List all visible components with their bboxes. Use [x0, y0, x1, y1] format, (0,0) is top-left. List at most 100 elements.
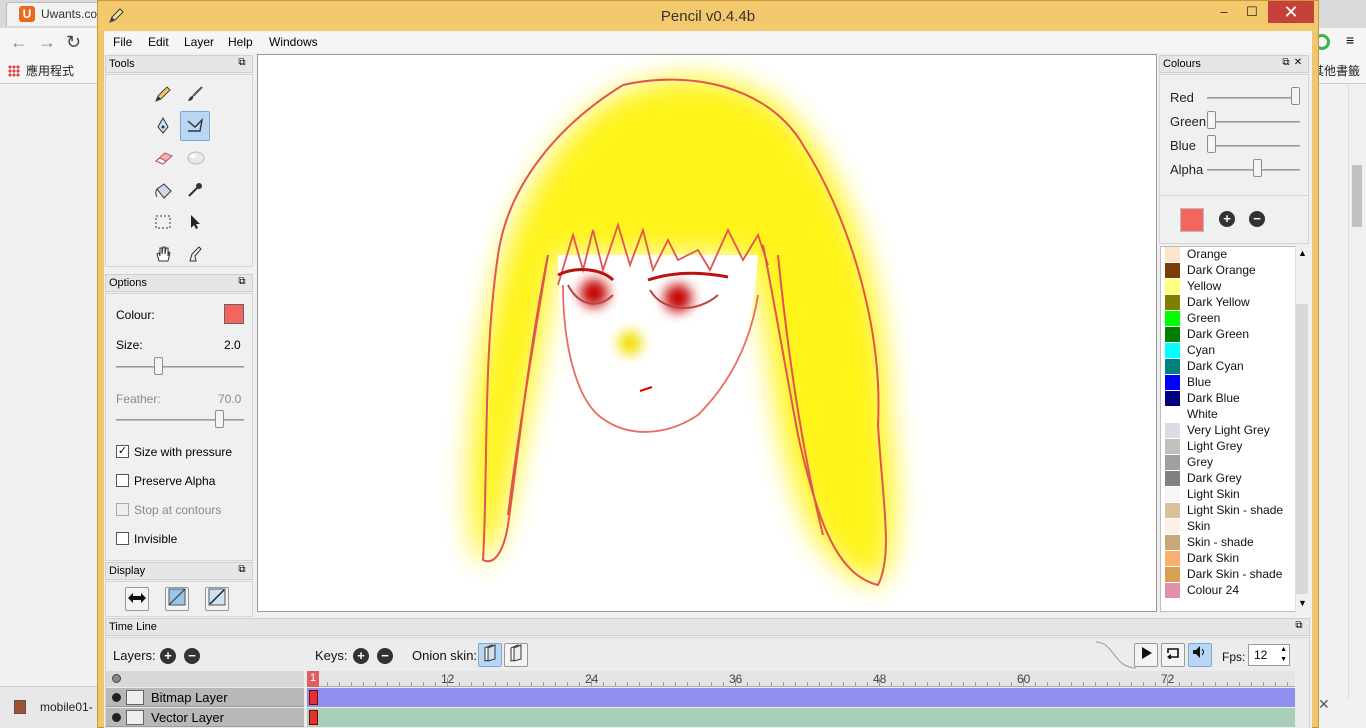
layer-visibility-icon[interactable]: [112, 713, 121, 722]
thin-lines-button[interactable]: [205, 587, 229, 611]
palette-item[interactable]: Dark Skin: [1163, 550, 1295, 566]
colours-panel-title[interactable]: Colours ⧉ ✕: [1159, 55, 1309, 73]
brush-tool[interactable]: [180, 79, 210, 109]
size-pressure-checkbox[interactable]: ✓: [116, 445, 129, 458]
red-slider-track[interactable]: [1207, 97, 1300, 99]
layer-track[interactable]: [307, 688, 1295, 707]
menu-edit[interactable]: Edit: [148, 35, 169, 49]
move-tool[interactable]: [180, 207, 210, 237]
timeline-title[interactable]: Time Line ⧉: [105, 618, 1310, 636]
palette-item[interactable]: Green: [1163, 310, 1295, 326]
palette-item[interactable]: Dark Grey: [1163, 470, 1295, 486]
drawing-canvas[interactable]: [257, 54, 1157, 612]
size-slider-track[interactable]: [116, 366, 244, 368]
scroll-down-icon[interactable]: ▼: [1298, 598, 1307, 608]
invisible-checkbox[interactable]: [116, 532, 129, 545]
green-slider-handle[interactable]: [1207, 111, 1216, 129]
menu-windows[interactable]: Windows: [269, 35, 318, 49]
pen-tool[interactable]: [148, 111, 178, 141]
colour-palette-list[interactable]: Orange Dark Orange Yellow Dark Yellow Green D…: [1160, 246, 1308, 612]
browser-tab[interactable]: U Uwants.com: [6, 2, 100, 26]
eyedropper-tool[interactable]: [180, 175, 210, 205]
pencil-tool[interactable]: [148, 79, 178, 109]
palette-item[interactable]: White: [1163, 406, 1295, 422]
palette-item[interactable]: Dark Blue: [1163, 390, 1295, 406]
tools-panel-title[interactable]: Tools ⧉: [105, 55, 253, 73]
eraser-tool[interactable]: [148, 143, 178, 173]
palette-item[interactable]: Cyan: [1163, 342, 1295, 358]
palette-item[interactable]: Skin - shade: [1163, 534, 1295, 550]
taskbar-item[interactable]: mobile01-: [0, 686, 100, 728]
bookmark-other[interactable]: 其他書籤: [1312, 62, 1360, 79]
back-arrow-icon[interactable]: ←: [10, 32, 28, 53]
display-panel-title[interactable]: Display ⧉: [105, 562, 253, 580]
palette-item[interactable]: Dark Orange: [1163, 262, 1295, 278]
blue-slider-track[interactable]: [1207, 145, 1300, 147]
maximize-button[interactable]: ☐: [1238, 1, 1266, 23]
close-small-icon[interactable]: ✕: [1318, 696, 1330, 713]
palette-item[interactable]: Dark Green: [1163, 326, 1295, 342]
browser-scroll-thumb[interactable]: [1352, 165, 1362, 227]
bucket-tool[interactable]: [148, 175, 178, 205]
options-panel-title[interactable]: Options ⧉: [105, 274, 253, 292]
palette-item[interactable]: Grey: [1163, 454, 1295, 470]
title-bar[interactable]: Pencil v0.4.4b – ☐ ✕: [98, 1, 1318, 31]
scroll-up-icon[interactable]: ▲: [1298, 248, 1307, 258]
palette-item[interactable]: Yellow: [1163, 278, 1295, 294]
add-key-button[interactable]: +: [353, 648, 369, 664]
onion-next-button[interactable]: [504, 643, 528, 667]
forward-arrow-icon[interactable]: →: [38, 32, 56, 53]
spin-arrows-icon[interactable]: ▲ ▼: [1280, 645, 1287, 665]
smudge-tool[interactable]: [180, 143, 210, 173]
float-icon[interactable]: ⧉: [1280, 57, 1292, 69]
close-icon[interactable]: ✕: [1292, 57, 1304, 69]
palette-item[interactable]: Very Light Grey: [1163, 422, 1295, 438]
float-icon[interactable]: ⧉: [236, 57, 248, 69]
palette-scrollbar[interactable]: ▲ ▼: [1295, 246, 1308, 612]
remove-key-button[interactable]: −: [377, 648, 393, 664]
play-button[interactable]: [1134, 643, 1158, 667]
palette-item[interactable]: Blue: [1163, 374, 1295, 390]
close-button[interactable]: ✕: [1268, 1, 1314, 23]
palette-item[interactable]: Colour 24: [1163, 582, 1295, 598]
bookmark-apps[interactable]: 應用程式: [8, 62, 74, 79]
remove-layer-button[interactable]: −: [184, 648, 200, 664]
hand-tool[interactable]: [148, 239, 178, 269]
browser-menu-icon[interactable]: ≡: [1346, 32, 1360, 48]
add-layer-button[interactable]: +: [160, 648, 176, 664]
onion-prev-button[interactable]: [478, 643, 502, 667]
palette-item[interactable]: Dark Skin - shade: [1163, 566, 1295, 582]
sound-button[interactable]: [1188, 643, 1212, 667]
loop-button[interactable]: [1161, 643, 1185, 667]
frame-ruler[interactable]: 1 12 24 36 48 60 72: [307, 671, 1295, 687]
palette-item[interactable]: Dark Cyan: [1163, 358, 1295, 374]
menu-file[interactable]: File: [113, 35, 132, 49]
keyframe[interactable]: [309, 690, 318, 705]
layer-row[interactable]: Vector Layer: [106, 708, 304, 727]
palette-item[interactable]: Light Skin - shade: [1163, 502, 1295, 518]
float-icon[interactable]: ⧉: [1293, 620, 1305, 632]
select-tool[interactable]: [148, 207, 178, 237]
palette-item[interactable]: Dark Yellow: [1163, 294, 1295, 310]
keyframe[interactable]: [309, 710, 318, 725]
size-slider-handle[interactable]: [154, 357, 163, 375]
palette-item[interactable]: Light Grey: [1163, 438, 1295, 454]
menu-layer[interactable]: Layer: [184, 35, 214, 49]
flip-horizontal-button[interactable]: [125, 587, 149, 611]
current-colour-swatch[interactable]: [1180, 208, 1204, 232]
remove-colour-button[interactable]: −: [1249, 211, 1265, 227]
visibility-all-icon[interactable]: [112, 674, 121, 683]
reload-icon[interactable]: ↻: [66, 32, 81, 53]
polyline-tool[interactable]: [180, 111, 210, 141]
layer-track[interactable]: [307, 708, 1295, 727]
float-icon[interactable]: ⧉: [236, 564, 248, 576]
colour-swatch[interactable]: [224, 304, 244, 324]
palette-item[interactable]: Orange: [1163, 247, 1295, 262]
palette-item[interactable]: Light Skin: [1163, 486, 1295, 502]
alpha-slider-handle[interactable]: [1253, 159, 1263, 177]
add-colour-button[interactable]: +: [1219, 211, 1235, 227]
minimize-button[interactable]: –: [1210, 1, 1238, 23]
float-icon[interactable]: ⧉: [236, 276, 248, 288]
menu-help[interactable]: Help: [228, 35, 253, 49]
red-slider-handle[interactable]: [1291, 87, 1300, 105]
